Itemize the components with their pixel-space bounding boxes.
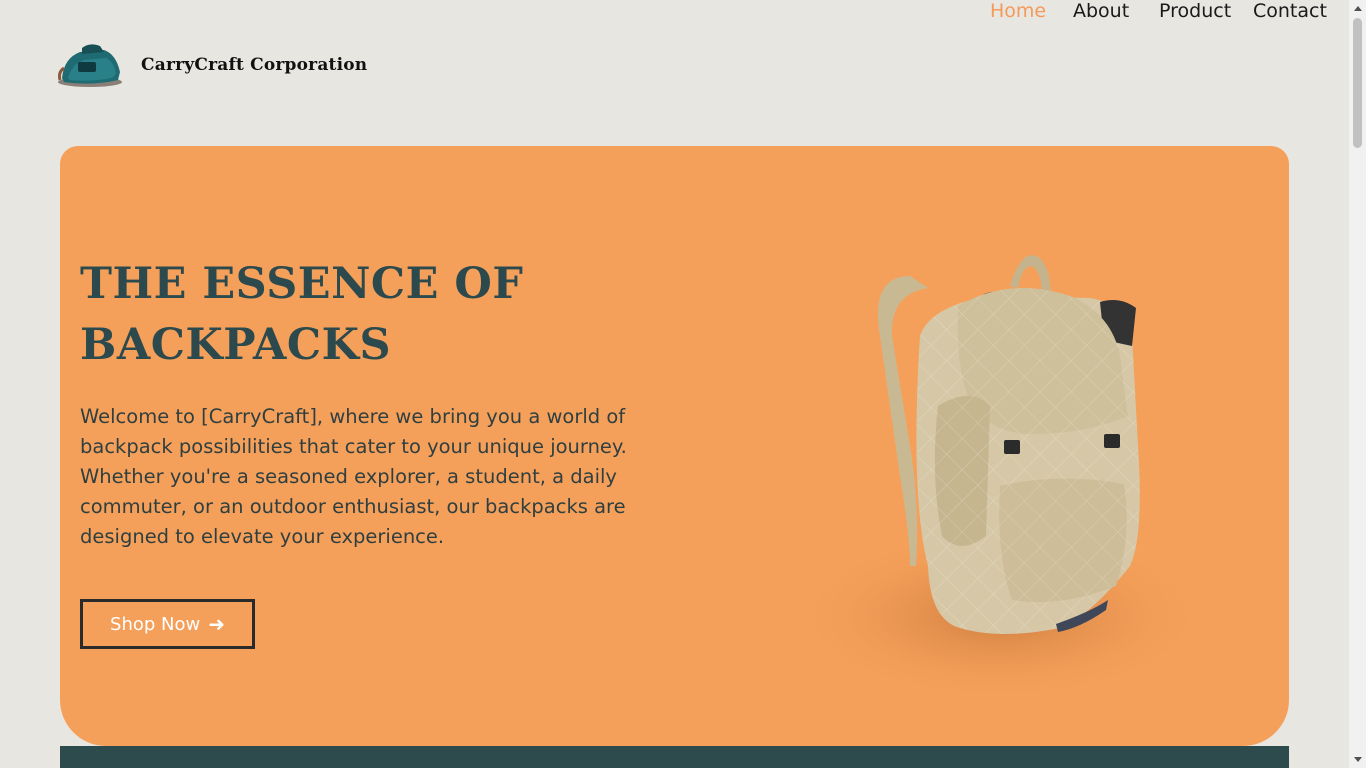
brand-name[interactable]: CarryCraft Corporation <box>141 55 367 75</box>
nav-about-link[interactable]: About <box>1073 0 1129 22</box>
scroll-down-icon[interactable] <box>1349 751 1366 768</box>
nav-home-link[interactable]: Home <box>990 0 1046 22</box>
scrollbar-thumb[interactable] <box>1353 18 1362 148</box>
scroll-up-icon[interactable] <box>1349 0 1366 17</box>
shop-now-button[interactable]: Shop Now ➜ <box>80 599 255 649</box>
beige-backpack-image <box>760 236 1220 736</box>
arrow-right-icon: ➜ <box>208 612 225 636</box>
nav-contact-link[interactable]: Contact <box>1253 0 1327 22</box>
page-scrollbar[interactable] <box>1349 0 1366 768</box>
nav-product-link[interactable]: Product <box>1159 0 1231 22</box>
hero-title: THE ESSENCE OF BACKPACKS <box>80 259 524 370</box>
shop-now-label: Shop Now <box>110 613 201 635</box>
hero-description: Welcome to [CarryCraft], where we bring … <box>80 405 627 548</box>
hero-section: THE ESSENCE OF BACKPACKS Welcome to [Car… <box>60 146 1289 746</box>
site-header: CarryCraft Corporation Home About Produc… <box>0 0 1349 140</box>
dark-section-band <box>60 746 1289 768</box>
backpack-logo-icon[interactable] <box>54 38 126 90</box>
